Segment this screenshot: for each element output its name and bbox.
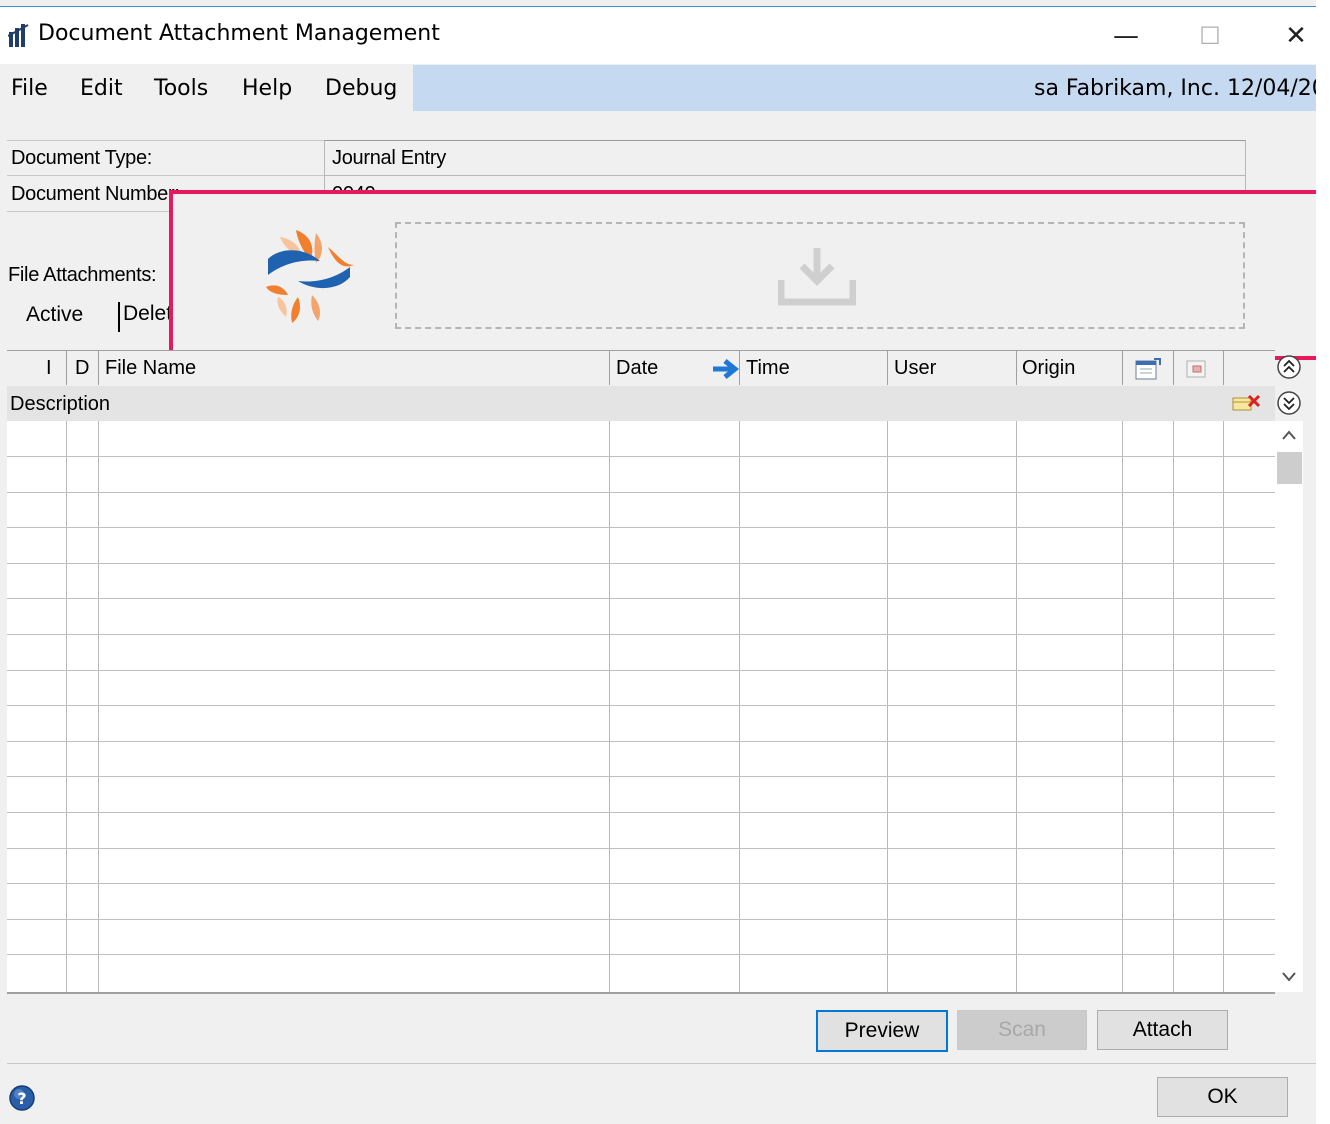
column-header-user[interactable]: User: [894, 357, 936, 380]
column-divider[interactable]: [609, 351, 610, 385]
grid-row-line: [7, 848, 1275, 849]
maximize-button[interactable]: ☐: [1180, 14, 1240, 58]
delete-attachment-icon[interactable]: [1231, 392, 1261, 414]
menu-edit[interactable]: Edit: [80, 76, 123, 101]
column-divider[interactable]: [1173, 351, 1174, 385]
grid-row-line: [7, 741, 1275, 742]
grid-row-line: [7, 634, 1275, 635]
file-attachments-label: File Attachments:: [8, 264, 157, 286]
grid-row-line: [7, 598, 1275, 599]
scroll-down-arrow-icon[interactable]: [1281, 970, 1297, 984]
grid-column-line: [739, 421, 740, 992]
document-type-value: Journal Entry: [332, 147, 446, 169]
window-top-border: [0, 6, 1318, 7]
grid-row-line: [7, 954, 1275, 955]
grid-row-line: [7, 812, 1275, 813]
column-divider[interactable]: [1016, 351, 1017, 385]
menu-help[interactable]: Help: [242, 76, 292, 101]
column-divider[interactable]: [98, 351, 99, 385]
grid-column-line: [609, 421, 610, 992]
scan-button[interactable]: Scan: [957, 1010, 1087, 1050]
window-title: Document Attachment Management: [38, 21, 440, 46]
app-logo-icon: [8, 24, 29, 47]
expand-rows-icon[interactable]: [1276, 354, 1302, 380]
document-number-label: Document Number:: [11, 183, 180, 205]
grid-description-header: [7, 386, 1275, 422]
document-type-label: Document Type:: [11, 147, 153, 169]
minimize-button[interactable]: —: [1096, 14, 1156, 58]
column-header-file-name[interactable]: File Name: [105, 357, 196, 380]
menu-file[interactable]: File: [11, 76, 48, 101]
grid-column-line: [1223, 421, 1224, 992]
attach-button[interactable]: Attach: [1097, 1010, 1228, 1050]
grid-row-line: [7, 919, 1275, 920]
scrollbar-thumb[interactable]: [1277, 452, 1302, 484]
help-icon[interactable]: ?: [8, 1084, 36, 1112]
grid-column-line: [1016, 421, 1017, 992]
column-header-origin[interactable]: Origin: [1022, 357, 1075, 380]
grid-vertical-scrollbar[interactable]: [1275, 421, 1303, 992]
sort-arrow-icon[interactable]: [711, 359, 739, 379]
grid-row-line: [7, 883, 1275, 884]
grid-column-line: [98, 421, 99, 992]
grid-column-line: [887, 421, 888, 992]
highlight-annotation: [169, 190, 1320, 360]
menu-tools[interactable]: Tools: [154, 76, 208, 101]
footer-divider: [7, 1063, 1316, 1064]
column-divider[interactable]: [739, 351, 740, 385]
grid-column-line: [1173, 421, 1174, 992]
tab-active[interactable]: Active: [26, 303, 83, 327]
grid-row-line: [7, 670, 1275, 671]
grid-row-line: [7, 705, 1275, 706]
grid-row-line: [7, 563, 1275, 564]
column-header-time[interactable]: Time: [746, 357, 790, 380]
grid-row-line: [7, 492, 1275, 493]
grid-row-line: [7, 776, 1275, 777]
column-divider[interactable]: [1223, 351, 1224, 385]
menu-debug[interactable]: Debug: [325, 76, 397, 101]
attachments-grid[interactable]: [7, 421, 1275, 994]
window-right-edge: [1316, 0, 1330, 1124]
linked-document-icon[interactable]: [1184, 358, 1210, 380]
ok-button[interactable]: OK: [1157, 1077, 1288, 1117]
scroll-up-arrow-icon[interactable]: [1281, 428, 1297, 442]
column-divider[interactable]: [887, 351, 888, 385]
grid-row-line: [7, 456, 1275, 457]
grid-column-line: [66, 421, 67, 992]
column-header-d[interactable]: D: [75, 357, 89, 380]
grid-column-line: [1122, 421, 1123, 992]
column-divider[interactable]: [66, 351, 67, 385]
column-header-date[interactable]: Date: [616, 357, 658, 380]
column-header-i[interactable]: I: [46, 357, 52, 380]
collapse-rows-icon[interactable]: [1276, 390, 1302, 416]
svg-text:?: ?: [17, 1089, 26, 1108]
document-type-field: [324, 140, 1246, 176]
open-document-icon[interactable]: [1134, 357, 1162, 381]
column-divider[interactable]: [1122, 351, 1123, 385]
column-header-description[interactable]: Description: [10, 393, 110, 416]
grid-row-line: [7, 527, 1275, 528]
user-company-date-status: sa Fabrikam, Inc. 12/04/202: [1034, 76, 1316, 101]
preview-button[interactable]: Preview: [816, 1010, 948, 1052]
